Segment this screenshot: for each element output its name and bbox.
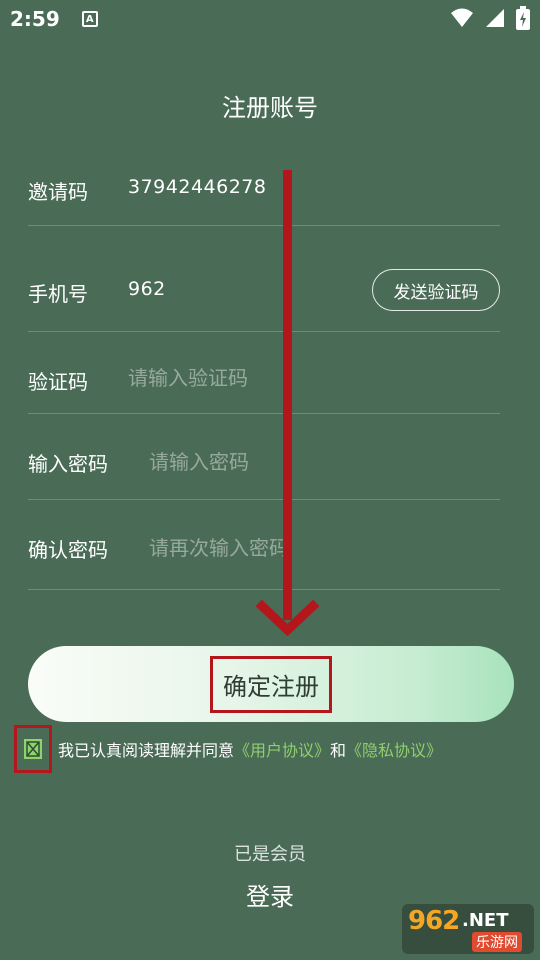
- invite-code-row: 邀请码 37942446278: [28, 160, 500, 226]
- send-code-button[interactable]: 发送验证码: [372, 269, 500, 311]
- watermark-brand: 962: [408, 906, 460, 936]
- confirm-password-label: 确认密码: [28, 538, 108, 562]
- status-time: 2:59: [10, 7, 60, 31]
- verify-code-row: 验证码 请输入验证码: [28, 332, 500, 414]
- invite-code-input[interactable]: 37942446278: [128, 176, 266, 198]
- phone-label: 手机号: [28, 282, 88, 306]
- agreement-conjunction: 和: [330, 741, 347, 760]
- watermark-tld: .NET: [462, 910, 509, 931]
- site-watermark-logo: 962 .NET 乐游网: [402, 904, 534, 954]
- send-code-label: 发送验证码: [393, 282, 479, 303]
- privacy-policy-link[interactable]: 《隐私协议》: [346, 741, 442, 760]
- submit-register-button[interactable]: 确定注册: [28, 646, 514, 722]
- divider: [28, 589, 500, 590]
- agreement-row: 我已认真阅读理解并同意《用户协议》和《隐私协议》: [14, 725, 442, 773]
- status-icons: [450, 6, 530, 30]
- verify-code-input[interactable]: 请输入验证码: [128, 362, 248, 391]
- app-notification-icon: A: [81, 11, 98, 27]
- status-bar: 2:59 A: [0, 0, 540, 38]
- agreement-checkbox[interactable]: [14, 725, 52, 773]
- agreement-text: 我已认真阅读理解并同意《用户协议》和《隐私协议》: [58, 737, 442, 761]
- checkbox-checked-icon: [24, 739, 42, 759]
- page-title: 注册账号: [222, 94, 318, 122]
- phone-input[interactable]: 962: [128, 278, 166, 300]
- confirm-password-input[interactable]: 请再次输入密码: [149, 532, 289, 561]
- already-member-text: 已是会员: [234, 844, 306, 865]
- signal-icon: [486, 9, 504, 27]
- password-label: 输入密码: [28, 452, 108, 476]
- watermark-sub: 乐游网: [472, 932, 522, 952]
- verify-code-label: 验证码: [28, 370, 88, 394]
- wifi-icon: [451, 8, 473, 27]
- checkbox-cross-icon: [26, 741, 40, 757]
- password-row: 输入密码 请输入密码: [28, 414, 500, 500]
- app-notification-letter: A: [85, 13, 94, 25]
- password-input[interactable]: 请输入密码: [149, 446, 249, 475]
- phone-row: 手机号 962 发送验证码: [28, 226, 500, 332]
- confirm-password-row: 确认密码 请再次输入密码: [28, 500, 500, 590]
- submit-register-label: 确定注册: [210, 655, 332, 713]
- battery-icon: [516, 6, 530, 30]
- invite-code-label: 邀请码: [28, 180, 88, 204]
- user-agreement-link[interactable]: 《用户协议》: [234, 741, 330, 760]
- agreement-prefix: 我已认真阅读理解并同意: [58, 741, 235, 760]
